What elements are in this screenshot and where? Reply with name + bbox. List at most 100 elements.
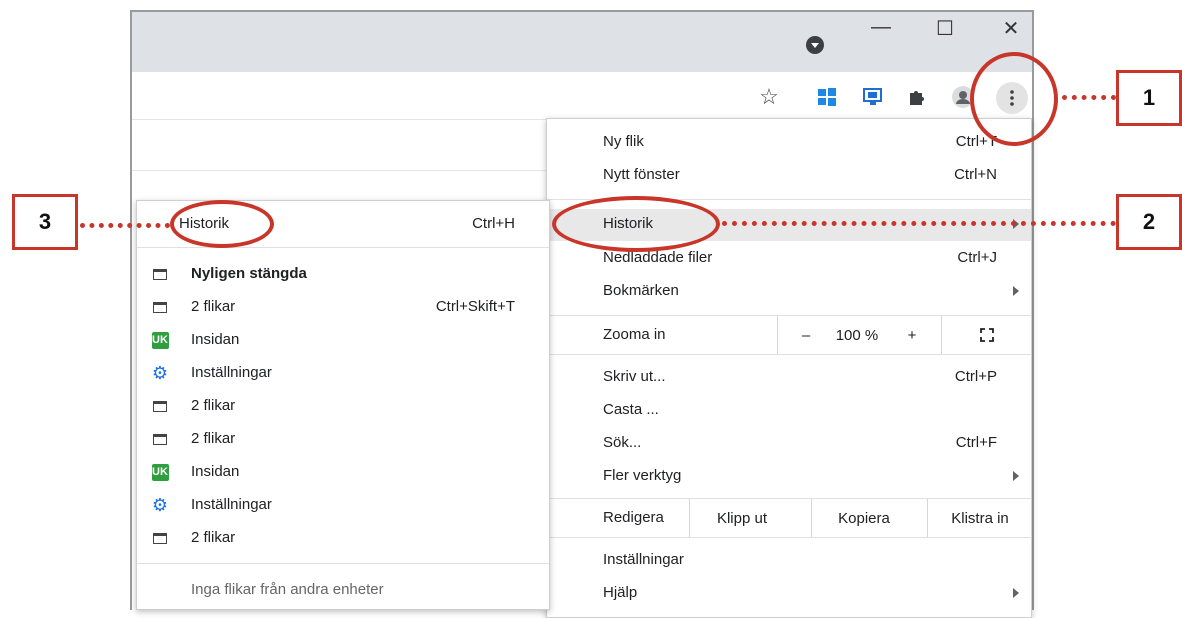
menu-item-cast[interactable]: Casta ... <box>547 395 1031 427</box>
menu-item-label: Hjälp <box>603 584 638 601</box>
zoom-in-label: + <box>907 326 917 344</box>
uk-icon: UK <box>151 331 169 349</box>
fullscreen-icon <box>980 328 994 342</box>
zoom-in-button[interactable]: + <box>887 316 937 354</box>
menu-separator <box>137 247 549 248</box>
submenu-arrow-icon <box>1013 471 1019 481</box>
minimize-button[interactable]: — <box>866 16 896 39</box>
list-item[interactable]: UK Insidan <box>137 457 549 489</box>
maximize-button[interactable]: ☐ <box>930 16 960 41</box>
annotation-dotted-line-2 <box>722 221 1116 226</box>
menu-item-shortcut: Ctrl+J <box>957 249 997 266</box>
tab-icon <box>151 430 169 448</box>
menu-item-label: Sök... <box>603 434 642 451</box>
windows-logo-icon <box>818 88 836 106</box>
highlight-circle-history-submenu <box>170 200 274 248</box>
highlight-circle-menu-button <box>970 52 1058 146</box>
menu-item-label: Inställningar <box>603 551 684 568</box>
tab-icon <box>151 265 169 283</box>
list-item-label: Insidan <box>191 331 240 348</box>
star-icon[interactable]: ☆ <box>756 84 782 110</box>
list-item-label: Inställningar <box>191 364 272 381</box>
menu-item-find[interactable]: Sök... Ctrl+F <box>547 428 1031 460</box>
zoom-label: Zooma in <box>603 326 666 343</box>
submenu-arrow-icon <box>1013 286 1019 296</box>
copy-label: Kopiera <box>838 509 890 527</box>
list-item[interactable]: ⚙ Inställningar <box>137 358 549 390</box>
chrome-main-menu: Ny flik Ctrl+T Nytt fönster Ctrl+N Histo… <box>546 118 1032 618</box>
paste-button[interactable]: Klistra in <box>927 499 1032 537</box>
list-item[interactable]: 2 flikar <box>137 523 549 555</box>
list-item[interactable]: 2 flikar Ctrl+Skift+T <box>137 292 549 324</box>
menu-edit-row: Redigera Klipp ut Kopiera Klistra in <box>547 499 1031 537</box>
gear-icon: ⚙ <box>151 494 169 515</box>
fullscreen-button[interactable] <box>941 316 1032 354</box>
menu-item-new-window[interactable]: Nytt fönster Ctrl+N <box>547 160 1031 192</box>
history-shortcut: Ctrl+H <box>472 215 515 232</box>
menu-item-print[interactable]: Skriv ut... Ctrl+P <box>547 362 1031 394</box>
list-item[interactable]: 2 flikar <box>137 391 549 423</box>
highlight-circle-history <box>552 196 720 252</box>
menu-item-shortcut: Ctrl+N <box>954 166 997 183</box>
annotation-badge-2: 2 <box>1116 194 1182 250</box>
list-item-label: Inställningar <box>191 496 272 513</box>
zoom-out-label: – <box>801 326 811 344</box>
tab-icon <box>151 298 169 316</box>
paste-label: Klistra in <box>951 509 1009 527</box>
cut-label: Klipp ut <box>716 509 768 527</box>
cut-button[interactable]: Klipp ut <box>689 499 794 537</box>
zoom-level: 100 % <box>817 316 897 354</box>
title-bar <box>132 12 1032 72</box>
annotation-badge-3: 3 <box>12 194 78 250</box>
menu-item-settings[interactable]: Inställningar <box>547 545 1031 577</box>
menu-item-label: Casta ... <box>603 401 659 418</box>
extensions-puzzle-icon[interactable] <box>904 84 930 110</box>
menu-item-new-tab[interactable]: Ny flik Ctrl+T <box>547 127 1031 159</box>
list-item-shortcut: Ctrl+Skift+T <box>435 298 515 315</box>
page-divider <box>132 170 546 171</box>
zoom-level-value: 100 % <box>835 326 879 344</box>
tab-icon <box>151 397 169 415</box>
recently-closed-label: Nyligen stängda <box>191 265 307 282</box>
tab-search-icon[interactable] <box>806 36 824 54</box>
no-other-devices: Inga flikar från andra enheter <box>137 575 549 607</box>
puzzle-icon <box>910 91 924 105</box>
recently-closed-header: Nyligen stängda <box>137 259 549 291</box>
close-button[interactable]: ✕ <box>996 16 1026 41</box>
windows-extension-icon[interactable] <box>814 84 840 110</box>
tab-icon <box>151 529 169 547</box>
menu-separator <box>137 563 549 564</box>
list-item-label: 2 flikar <box>191 529 236 546</box>
menu-item-help[interactable]: Hjälp <box>547 578 1031 610</box>
list-item[interactable]: 2 flikar <box>137 424 549 456</box>
list-item-label: Insidan <box>191 463 240 480</box>
menu-item-label: Bokmärken <box>603 282 679 299</box>
monitor-icon <box>863 88 882 105</box>
list-item[interactable]: UK Insidan <box>137 325 549 357</box>
list-item[interactable]: ⚙ Inställningar <box>137 490 549 522</box>
list-item-label: 2 flikar <box>191 430 236 447</box>
history-submenu: Historik Ctrl+H Nyligen stängda 2 flikar… <box>136 200 550 610</box>
toolbar <box>132 72 1032 120</box>
no-other-devices-label: Inga flikar från andra enheter <box>191 581 384 598</box>
menu-item-label: Fler verktyg <box>603 467 682 484</box>
gear-icon: ⚙ <box>151 362 169 383</box>
menu-item-label: Nytt fönster <box>603 166 680 183</box>
menu-item-label: Nedladdade filer <box>603 249 713 266</box>
menu-separator <box>547 354 1031 355</box>
menu-item-label: Ny flik <box>603 133 644 150</box>
screen-extension-icon[interactable] <box>860 84 886 110</box>
copy-button[interactable]: Kopiera <box>811 499 916 537</box>
menu-item-more-tools[interactable]: Fler verktyg <box>547 461 1031 493</box>
menu-item-shortcut: Ctrl+P <box>954 368 997 385</box>
annotation-dotted-line-3 <box>80 223 170 228</box>
annotation-dotted-line-1 <box>1062 95 1116 100</box>
annotation-badge-1: 1 <box>1116 70 1182 126</box>
edit-label: Redigera <box>603 509 664 526</box>
menu-item-bookmarks[interactable]: Bokmärken <box>547 276 1031 308</box>
menu-item-shortcut: Ctrl+F <box>955 434 997 451</box>
list-item-label: 2 flikar <box>191 397 236 414</box>
uk-icon: UK <box>151 463 169 481</box>
list-item-label: 2 flikar <box>191 298 236 315</box>
menu-item-label: Skriv ut... <box>603 368 666 385</box>
